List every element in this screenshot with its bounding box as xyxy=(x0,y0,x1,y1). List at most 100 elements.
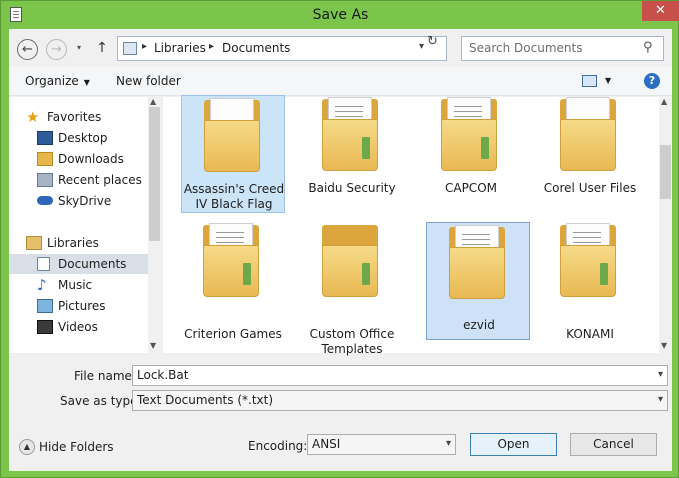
sidebar-item-pictures[interactable]: Pictures xyxy=(9,296,149,316)
sidebar-item-label: Pictures xyxy=(58,299,106,313)
file-name-label: File name: xyxy=(74,369,136,383)
scroll-up-icon[interactable]: ▲ xyxy=(661,97,667,106)
folder-icon xyxy=(441,95,501,173)
search-box[interactable]: Search Documents ⚲ xyxy=(461,36,664,61)
folder-item[interactable]: KONAMI xyxy=(538,221,642,341)
libraries-icon xyxy=(26,236,42,250)
scroll-down-icon[interactable]: ▼ xyxy=(661,341,667,350)
downloads-icon xyxy=(37,152,53,166)
refresh-icon[interactable]: ↻ xyxy=(427,34,438,49)
library-icon xyxy=(123,42,137,55)
chevron-down-icon[interactable]: ▾ xyxy=(658,369,663,380)
sidebar-item-label: SkyDrive xyxy=(58,194,112,208)
file-list-scrollbar-thumb[interactable] xyxy=(660,145,671,199)
pictures-icon xyxy=(37,299,53,313)
folder-item[interactable]: Criterion Games xyxy=(181,221,285,341)
folder-label: ezvid xyxy=(463,318,495,332)
change-view-icon[interactable] xyxy=(582,75,597,87)
scroll-up-icon[interactable]: ▲ xyxy=(150,97,156,106)
sidebar-item-label: Documents xyxy=(58,257,127,271)
file-name-field[interactable]: Lock.Bat ▾ xyxy=(132,365,668,386)
folder-label: Corel User Files xyxy=(543,181,637,195)
sidebar-item-recent-places[interactable]: Recent places xyxy=(9,170,149,190)
sidebar-item-skydrive[interactable]: SkyDrive xyxy=(9,191,149,211)
new-folder-button[interactable]: New folder xyxy=(116,74,181,88)
title-bar: Save As ✕ xyxy=(1,1,679,29)
sidebar-item-label: Downloads xyxy=(58,152,124,166)
cancel-button[interactable]: Cancel xyxy=(570,433,657,456)
folder-item[interactable]: Custom Office Templates xyxy=(300,221,404,356)
sidebar-item-documents[interactable]: Documents xyxy=(9,254,149,274)
chevron-down-icon[interactable]: ▾ xyxy=(658,394,663,405)
folder-icon xyxy=(204,96,264,174)
file-list: Assassin's Creed IV Black Flag Baidu Sec… xyxy=(163,95,672,356)
window-title: Save As xyxy=(312,7,369,23)
sidebar-item-downloads[interactable]: Downloads xyxy=(9,149,149,169)
skydrive-icon xyxy=(37,196,53,205)
folder-item[interactable]: Baidu Security xyxy=(300,95,404,213)
sidebar-item-label: Videos xyxy=(58,320,98,334)
search-input[interactable]: Search Documents xyxy=(469,41,582,55)
folder-icon xyxy=(449,223,509,301)
sidebar-item-music[interactable]: ♪ Music xyxy=(9,275,149,295)
close-button[interactable]: ✕ xyxy=(642,1,679,21)
help-icon[interactable]: ? xyxy=(644,73,660,89)
save-as-type-select[interactable]: Text Documents (*.txt) ▾ xyxy=(132,390,668,411)
collapse-icon: ▲ xyxy=(19,439,35,455)
up-button[interactable]: ↑ xyxy=(95,40,109,58)
folder-label: CAPCOM xyxy=(444,181,497,195)
save-as-type-label: Save as type: xyxy=(60,394,142,408)
encoding-select[interactable]: ANSI ▾ xyxy=(307,434,456,455)
hide-folders-label: Hide Folders xyxy=(39,440,114,454)
sidebar-item-libraries[interactable]: Libraries xyxy=(9,233,149,253)
save-as-dialog: Save As ✕ ← → ▾ ↑ ▸ Libraries ▸ Document… xyxy=(0,0,679,478)
folder-item[interactable]: CAPCOM xyxy=(419,95,523,213)
folder-icon xyxy=(560,95,620,173)
save-as-type-value: Text Documents (*.txt) xyxy=(137,393,274,407)
folder-item[interactable]: ezvid xyxy=(426,222,530,340)
sidebar-item-label: Music xyxy=(58,278,93,292)
sidebar-item-videos[interactable]: Videos xyxy=(9,317,149,337)
toolbar: Organize ▼ New folder ▼ ? xyxy=(9,67,672,96)
address-dropdown-icon[interactable]: ▾ xyxy=(419,41,424,52)
folder-label: KONAMI xyxy=(566,327,614,341)
breadcrumb-libraries[interactable]: Libraries xyxy=(154,41,206,55)
sidebar-item-desktop[interactable]: Desktop xyxy=(9,128,149,148)
folder-item[interactable]: Corel User Files xyxy=(538,95,642,213)
breadcrumb-documents[interactable]: Documents xyxy=(222,41,290,55)
folder-item[interactable]: Assassin's Creed IV Black Flag xyxy=(181,95,285,213)
file-name-input[interactable]: Lock.Bat xyxy=(137,368,188,382)
view-options-chevron-icon[interactable]: ▼ xyxy=(605,76,611,85)
folder-icon xyxy=(203,221,263,299)
documents-icon xyxy=(37,257,50,271)
forward-button[interactable]: → xyxy=(46,39,67,60)
sidebar-item-label: Recent places xyxy=(58,173,142,187)
folder-icon xyxy=(560,221,620,299)
address-bar[interactable]: ▸ Libraries ▸ Documents ▾ xyxy=(117,36,447,61)
folder-label: Assassin's Creed IV Black Flag xyxy=(183,182,285,211)
navigation-pane: ★ Favorites Desktop Downloads Recent pla… xyxy=(9,97,161,353)
folder-label: Custom Office Templates xyxy=(309,327,395,356)
back-button[interactable]: ← xyxy=(17,39,38,60)
recent-locations-chevron-icon[interactable]: ▾ xyxy=(77,43,81,52)
videos-icon xyxy=(37,320,53,334)
sidebar-item-label: Desktop xyxy=(58,131,108,145)
encoding-label: Encoding: xyxy=(248,439,308,453)
search-icon[interactable]: ⚲ xyxy=(643,40,653,55)
encoding-value: ANSI xyxy=(312,437,341,451)
navigation-scrollbar-thumb[interactable] xyxy=(149,107,160,241)
dialog-body: ← → ▾ ↑ ▸ Libraries ▸ Documents ▾ ↻ Sear… xyxy=(9,29,672,471)
chevron-down-icon: ▼ xyxy=(83,78,90,87)
music-icon: ♪ xyxy=(37,276,47,294)
scroll-down-icon[interactable]: ▼ xyxy=(150,341,156,350)
open-button[interactable]: Open xyxy=(470,433,557,456)
breadcrumb-separator-icon: ▸ xyxy=(209,41,215,52)
organize-button[interactable]: Organize ▼ xyxy=(25,74,90,88)
folder-icon xyxy=(322,221,382,299)
star-icon: ★ xyxy=(26,108,40,126)
folder-label: Baidu Security xyxy=(308,181,396,195)
desktop-icon xyxy=(37,131,53,145)
file-list-scrollbar[interactable] xyxy=(659,97,672,353)
chevron-down-icon[interactable]: ▾ xyxy=(446,438,451,449)
sidebar-item-favorites[interactable]: ★ Favorites xyxy=(9,107,149,127)
